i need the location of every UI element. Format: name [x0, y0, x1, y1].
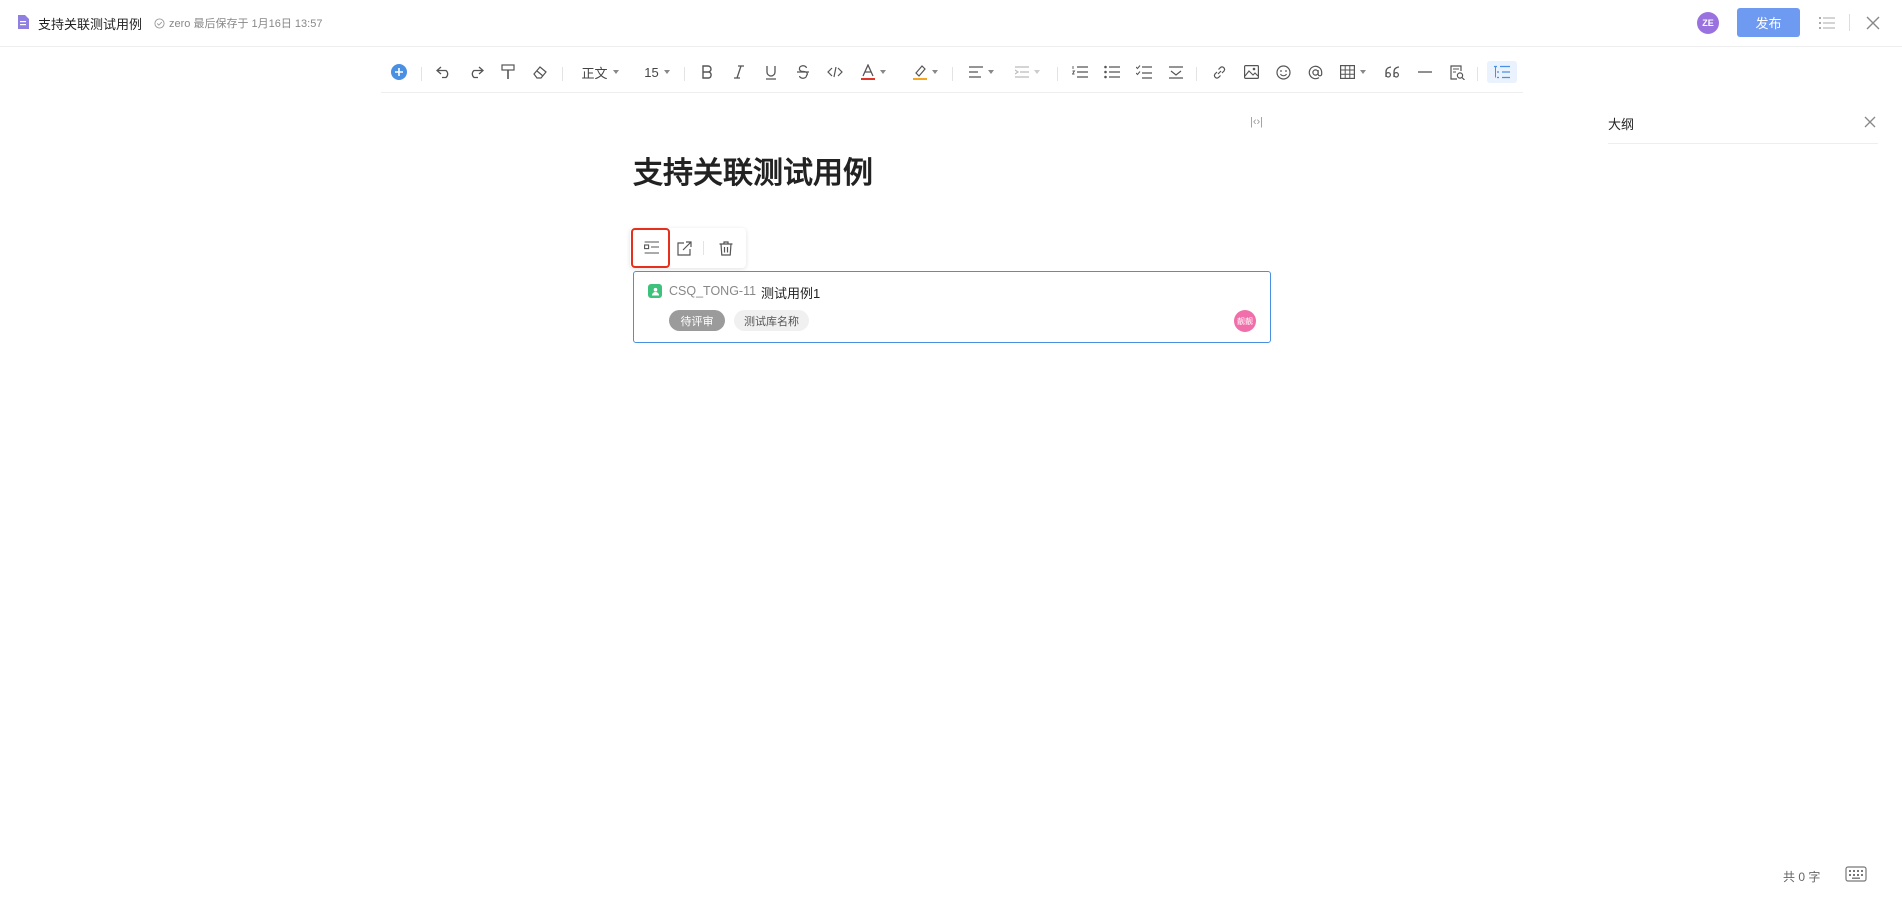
outline-divider [1608, 143, 1878, 144]
chevron-down-icon [612, 70, 619, 74]
test-case-id[interactable]: CSQ_TONG-11 [669, 284, 756, 298]
chevron-down-icon [931, 70, 938, 74]
ordered-list-icon[interactable] [1070, 61, 1090, 83]
emoji-icon[interactable] [1273, 61, 1293, 83]
chevron-down-icon [1033, 70, 1040, 74]
publish-button[interactable]: 发布 [1737, 8, 1800, 37]
table-icon [1340, 65, 1355, 79]
card-view-highlight [631, 228, 670, 268]
test-case-card[interactable] [633, 271, 1271, 343]
toolbar-separator [684, 67, 685, 81]
font-color-button[interactable] [857, 61, 889, 83]
align-icon [968, 66, 983, 78]
delete-icon[interactable] [713, 236, 739, 260]
save-status: zero 最后保存于 1月16日 13:57 [154, 15, 322, 31]
search-doc-icon[interactable] [1447, 61, 1467, 83]
indent-icon [1014, 66, 1029, 78]
toolbar-separator [562, 67, 563, 81]
mention-icon[interactable] [1305, 61, 1325, 83]
float-toolbar-separator [703, 241, 704, 255]
collapse-icon[interactable] [1166, 61, 1186, 83]
image-icon[interactable] [1241, 61, 1261, 83]
align-button[interactable] [965, 61, 997, 83]
toolbar-separator [421, 67, 422, 81]
table-button[interactable] [1337, 61, 1369, 83]
code-icon[interactable] [825, 61, 845, 83]
chevron-down-icon [1360, 70, 1366, 74]
divider-icon[interactable] [1415, 61, 1435, 83]
toolbar-separator [1057, 67, 1058, 81]
font-size-value: 15 [644, 64, 659, 80]
outline-toggle-icon[interactable] [1487, 61, 1517, 83]
format-painter-icon[interactable] [497, 61, 519, 83]
close-icon[interactable] [1863, 13, 1883, 33]
font-size-select[interactable]: 15 [639, 61, 675, 83]
bold-icon[interactable] [697, 61, 717, 83]
list-view-icon[interactable] [1817, 13, 1837, 33]
toolbar-separator [1477, 67, 1478, 81]
highlight-button[interactable] [909, 61, 941, 83]
toolbar-separator [1196, 67, 1197, 81]
highlight-icon [912, 65, 927, 80]
outline-title: 大纲 [1608, 117, 1635, 132]
chevron-down-icon [663, 70, 670, 74]
word-count: 共 0 字 [1783, 870, 1821, 884]
link-icon[interactable] [1209, 61, 1229, 83]
saved-check-icon [154, 17, 165, 29]
chevron-down-icon [987, 70, 994, 74]
document-icon [18, 15, 29, 29]
embed-marker[interactable]: |‹›| [1250, 116, 1263, 128]
strikethrough-icon[interactable] [793, 61, 813, 83]
save-status-text: zero 最后保存于 1月16日 13:57 [169, 18, 323, 30]
page-title[interactable]: 支持关联测试用例 [633, 148, 873, 192]
bullet-list-icon[interactable] [1102, 61, 1122, 83]
indent-button [1011, 61, 1043, 83]
plus-circle-icon[interactable] [388, 61, 410, 83]
open-external-icon[interactable] [671, 236, 697, 260]
chevron-down-icon [879, 70, 886, 74]
underline-icon[interactable] [761, 61, 781, 83]
doc-title[interactable]: 支持关联测试用例 [38, 14, 142, 33]
quote-icon[interactable] [1383, 61, 1403, 83]
toolbar-separator [952, 67, 953, 81]
redo-icon[interactable] [465, 61, 487, 83]
status-badge: 待评审 [669, 310, 725, 331]
eraser-icon[interactable] [529, 61, 551, 83]
font-color-icon [860, 64, 875, 80]
keyboard-icon[interactable] [1845, 865, 1867, 883]
paragraph-style-value: 正文 [581, 65, 608, 81]
task-list-icon[interactable] [1134, 61, 1154, 83]
top-divider [1849, 14, 1850, 31]
test-case-type-icon [648, 284, 662, 298]
test-case-name[interactable]: 测试用例1 [761, 283, 820, 302]
undo-icon[interactable] [433, 61, 455, 83]
italic-icon[interactable] [729, 61, 749, 83]
user-avatar[interactable]: ZE [1697, 12, 1719, 34]
assignee-avatar[interactable]: 靓靓 [1234, 310, 1256, 332]
paragraph-style-select[interactable]: 正文 [575, 61, 625, 83]
repository-tag: 测试库名称 [734, 310, 809, 331]
outline-close-icon[interactable] [1862, 114, 1878, 130]
editor-toolbar: 正文 15 [381, 52, 1523, 93]
